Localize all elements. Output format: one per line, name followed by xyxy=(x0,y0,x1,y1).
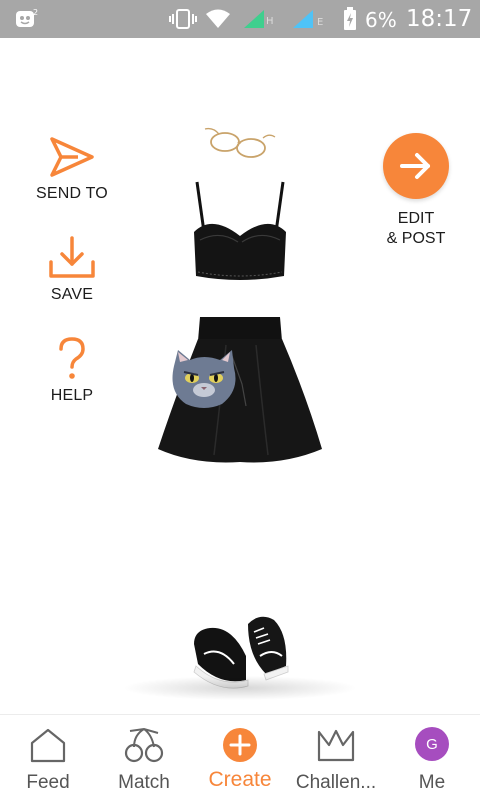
floor-shadow xyxy=(125,676,355,700)
arrow-right-icon xyxy=(400,153,430,179)
cat-sticker-item[interactable] xyxy=(168,348,250,412)
download-icon xyxy=(49,236,95,278)
cherries-icon xyxy=(124,727,164,763)
network-type-label: H xyxy=(266,16,274,27)
edit-post-label: EDIT & POST xyxy=(356,209,476,249)
bralette-item[interactable] xyxy=(190,180,290,286)
bottom-nav: Feed Match Create Challen... G Me xyxy=(0,714,480,800)
svg-text:2: 2 xyxy=(33,8,38,17)
plus-circle-icon xyxy=(223,728,257,762)
send-to-label: SEND TO xyxy=(36,185,108,202)
tab-feed[interactable]: Feed xyxy=(0,715,96,800)
tab-feed-label: Feed xyxy=(26,772,70,793)
help-label: HELP xyxy=(50,387,94,404)
glasses-item[interactable] xyxy=(203,125,277,161)
home-icon xyxy=(30,728,66,763)
avatar: G xyxy=(415,727,449,761)
tab-match-label: Match xyxy=(118,772,170,793)
wifi-icon xyxy=(206,9,230,28)
battery-icon xyxy=(344,7,356,30)
tab-me[interactable]: G Me xyxy=(384,715,480,800)
send-icon xyxy=(50,137,94,177)
save-button[interactable]: SAVE xyxy=(12,236,132,304)
vibrate-icon xyxy=(169,9,197,29)
edit-post-line1: EDIT xyxy=(397,210,435,227)
battery-percent: 6% xyxy=(365,8,397,32)
app-notification-icon: 2 xyxy=(16,8,38,27)
tab-challenges-label: Challen... xyxy=(295,772,377,793)
question-mark-icon xyxy=(59,337,85,379)
tab-match[interactable]: Match xyxy=(96,715,192,800)
tab-challenges[interactable]: Challen... xyxy=(288,715,384,800)
tab-create-label: Create xyxy=(208,768,272,791)
edit-post-line2: & POST xyxy=(386,230,446,247)
status-bar: 2 H E 6% 18:17 xyxy=(0,0,480,38)
network-type-label-2: E xyxy=(317,17,324,28)
signal-icon-2 xyxy=(293,10,313,28)
tab-create[interactable]: Create xyxy=(192,715,288,800)
crown-icon xyxy=(317,729,355,762)
send-to-button[interactable]: SEND TO xyxy=(12,135,132,203)
tab-me-label: Me xyxy=(418,772,446,793)
status-clock: 18:17 xyxy=(406,6,473,32)
help-button[interactable]: HELP xyxy=(12,337,132,405)
signal-icon xyxy=(244,10,264,28)
edit-post-circle[interactable] xyxy=(383,133,449,199)
edit-post-button[interactable]: EDIT & POST xyxy=(356,133,476,249)
save-label: SAVE xyxy=(50,286,94,303)
